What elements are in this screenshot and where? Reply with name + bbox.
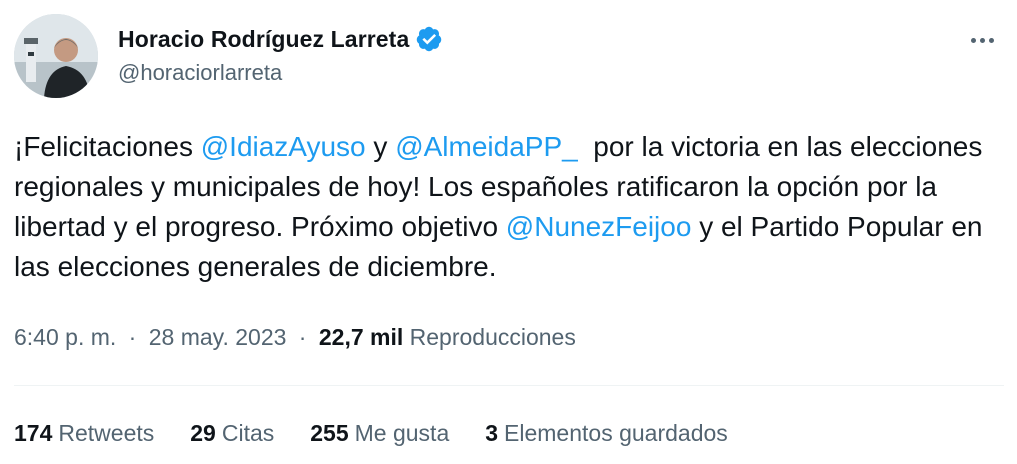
profile-photo xyxy=(14,14,98,98)
author-display-name[interactable]: Horacio Rodríguez Larreta xyxy=(118,26,409,53)
quotes-stat[interactable]: 29 Citas xyxy=(190,420,274,447)
likes-label: Me gusta xyxy=(354,420,450,446)
divider xyxy=(14,385,1004,386)
author-handle[interactable]: @horaciorlarreta xyxy=(118,60,443,86)
tweet-meta: 6:40 p. m. · 28 may. 2023 · 22,7 mil Rep… xyxy=(14,324,576,351)
tweet-stats: 174 Retweets 29 Citas 255 Me gusta 3 Element… xyxy=(14,420,764,447)
more-dots-icon xyxy=(970,37,976,43)
quotes-count: 29 xyxy=(190,420,216,446)
likes-count: 255 xyxy=(310,420,349,446)
more-options-button[interactable] xyxy=(964,28,1000,52)
views-label[interactable]: Reproducciones xyxy=(410,324,576,350)
retweets-count: 174 xyxy=(14,420,53,446)
mention-link[interactable]: @NunezFeijoo xyxy=(506,211,692,242)
avatar[interactable] xyxy=(14,14,98,98)
tweet-text-segment: ¡Felicitaciones xyxy=(14,131,201,162)
meta-separator-2: · xyxy=(298,324,307,350)
views-count[interactable]: 22,7 mil xyxy=(319,324,403,350)
likes-stat[interactable]: 255 Me gusta xyxy=(310,420,449,447)
quotes-label: Citas xyxy=(221,420,275,446)
meta-separator: · xyxy=(128,324,137,350)
retweets-stat[interactable]: 174 Retweets xyxy=(14,420,154,447)
bookmarks-count: 3 xyxy=(485,420,499,446)
bookmarks-label: Elementos guardados xyxy=(504,420,728,446)
tweet-time[interactable]: 6:40 p. m. xyxy=(14,324,116,350)
mention-link[interactable]: @IdiazAyuso xyxy=(201,131,366,162)
mention-link[interactable]: @AlmeidaPP_ xyxy=(395,131,578,162)
retweets-label: Retweets xyxy=(58,420,155,446)
bookmarks-stat[interactable]: 3 Elementos guardados xyxy=(485,420,728,447)
verified-badge-icon[interactable] xyxy=(415,25,443,53)
author-names: Horacio Rodríguez Larreta @horaciorlarre… xyxy=(118,24,443,86)
tweet-text-segment: y xyxy=(365,131,396,162)
tweet-text: ¡Felicitaciones @IdiazAyuso y @AlmeidaPP… xyxy=(14,127,999,287)
tweet-date[interactable]: 28 may. 2023 xyxy=(149,324,287,350)
tweet-header: Horacio Rodríguez Larreta @horaciorlarre… xyxy=(14,14,1004,104)
